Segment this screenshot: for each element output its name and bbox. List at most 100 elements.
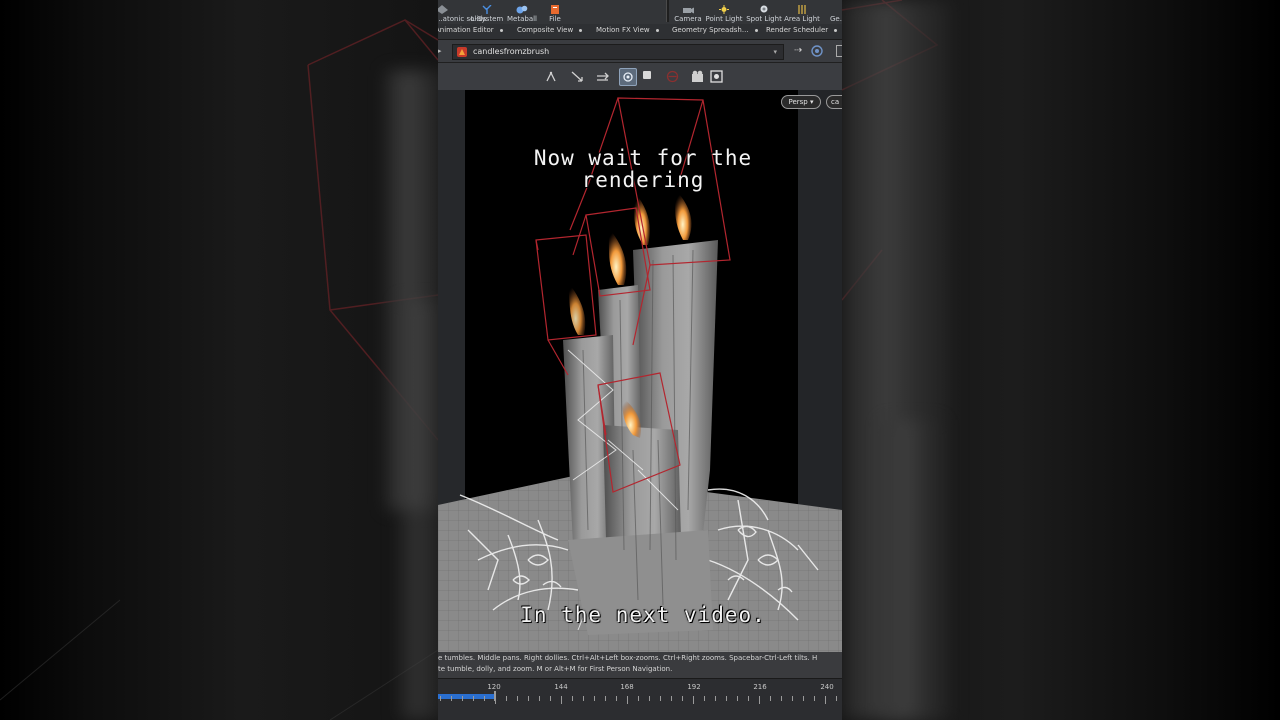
geometry-light-icon [830,5,842,14]
status-line-2: te tumble, dolly, and zoom. M or Alt+M f… [438,665,673,673]
timeline-tick [451,696,452,701]
l-system-tool[interactable]: L-System [471,0,503,24]
render-region-icon[interactable] [691,70,704,83]
tick-label-144: 144 [554,683,568,691]
timeline-tick [594,696,595,701]
viewport-status-bar: e tumbles. Middle pans. Right dollies. C… [438,652,842,678]
timeline-tick [473,696,474,701]
timeline-tick [737,696,738,701]
tab-separator-dot [499,28,503,32]
timeline-tick [770,696,771,701]
point-light-icon [719,5,729,14]
view-tool-button[interactable] [619,68,637,86]
timeline-tick [583,696,584,701]
playbar-timeline[interactable]: 120 144 168 192 216 240 [438,678,842,720]
area-light-tool[interactable]: Area Light [784,0,820,24]
flame-left [566,280,586,335]
timeline-tick [616,696,617,701]
scene-viewport[interactable]: Persp ▾ ca Now wait for the rendering In… [438,90,842,652]
timeline-tick [715,696,716,701]
area-light-icon [798,5,806,14]
pane-menu-icon[interactable] [836,45,842,57]
move-icon[interactable] [571,70,584,83]
tab-composite-view[interactable]: Composite View [517,26,583,34]
link-icon[interactable] [811,45,823,57]
point-light-tool[interactable]: Point Light [705,0,743,24]
timeline-tick [792,696,793,701]
timeline-tick [814,696,815,701]
status-line-1: e tumbles. Middle pans. Right dollies. C… [438,654,818,662]
l-system-icon [482,5,492,14]
blurred-background-left [0,0,438,720]
timeline-tick [660,696,661,701]
select-icon[interactable] [545,70,558,83]
geometry-light-tool[interactable]: Ge... [830,0,842,24]
view-icon [623,72,633,82]
snapshot-icon[interactable] [710,70,723,83]
timeline-tick [726,696,727,701]
view-menu-button[interactable]: Persp ▾ [781,95,821,109]
shelf-toolbar: ...atonic solids L-System Metaball File … [438,0,842,25]
network-path-bar: ▸ candlesfromzbrush ▾ ⇢ [438,40,842,63]
timeline-tick [539,696,540,701]
flame-back-right [674,188,692,240]
timeline-tick [484,696,485,701]
metaball-icon [516,5,528,14]
tab-separator-dot [579,28,583,32]
tick-label-120: 120 [487,683,501,691]
path-field[interactable]: candlesfromzbrush ▾ [452,44,784,60]
timeline-tick [704,696,705,701]
file-tool[interactable]: File [545,0,565,24]
timeline-tick [440,696,441,701]
file-icon [551,5,559,14]
flame-middle [606,225,627,285]
path-back-arrow-icon[interactable]: ▸ [438,47,442,55]
tab-geometry-spreadsheet[interactable]: Geometry Spreadsh... [672,26,758,34]
blurred-candle-left-2 [398,300,438,720]
tab-render-scheduler[interactable]: Render Scheduler [766,26,838,34]
timeline-tick [682,696,683,701]
timeline-tick [462,696,463,701]
timeline-tick [748,696,749,701]
timeline-tick [649,696,650,701]
record-icon[interactable] [666,70,679,83]
tab-separator-dot [754,28,758,32]
blurred-web-right [882,420,942,720]
tick-label-240: 240 [820,683,834,691]
playback-range-bar[interactable] [438,694,494,699]
camera-tool[interactable]: Camera [674,0,702,24]
transform-icon[interactable] [596,70,609,83]
camera-menu-button[interactable]: ca [826,95,842,109]
timeline-tick [561,696,562,704]
timeline-tick [671,696,672,701]
houdini-object-icon [457,47,467,57]
handle-icon[interactable] [643,71,651,79]
spot-light-icon [760,5,768,13]
blurred-bbox-lines-left [0,19,438,720]
timeline-tick [506,696,507,701]
timeline-tick [495,696,496,704]
path-dropdown-icon[interactable]: ▾ [773,45,777,59]
timeline-tick [627,696,628,704]
spot-light-tool[interactable]: Spot Light [746,0,782,24]
metaball-tool[interactable]: Metaball [507,0,537,24]
pin-icon[interactable]: ⇢ [794,45,802,56]
tab-separator-dot [834,28,838,32]
timeline-tick [803,696,804,701]
caption-bottom: In the next video. [520,603,766,627]
pane-tab-bar: Animation Editor Composite View Motion F… [438,24,842,40]
timeline-tick [693,696,694,704]
caption-top: Now wait for the rendering [533,146,753,192]
viewer-toolbar [438,63,842,91]
timeline-tick [605,696,606,701]
tab-animation-editor[interactable]: Animation Editor [438,26,503,34]
platonic-solids-tool[interactable]: ...atonic solids [438,0,486,24]
blurred-background-right [842,0,1280,720]
timeline-tick [759,696,760,704]
timeline-tick [550,696,551,701]
timeline-tick [572,696,573,701]
houdini-window: ...atonic solids L-System Metaball File … [438,0,842,720]
tab-motion-fx-view[interactable]: Motion FX View [596,26,659,34]
tab-separator-dot [655,28,659,32]
tick-label-192: 192 [687,683,701,691]
